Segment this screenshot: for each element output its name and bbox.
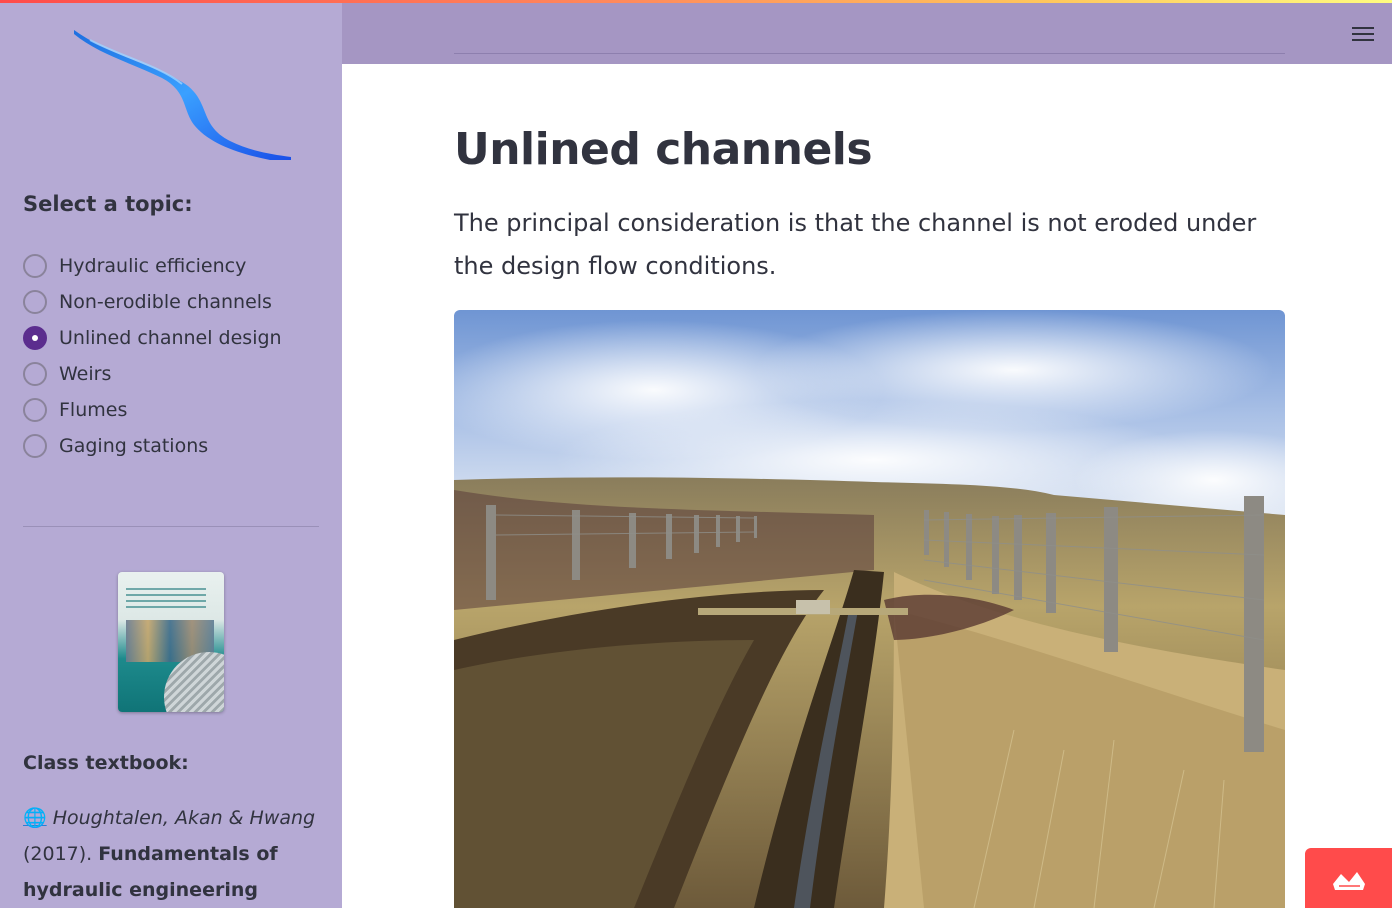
citation-year: (2017).	[23, 843, 93, 865]
streamlit-crown-icon[interactable]	[1305, 848, 1392, 908]
unlined-channel-photo	[454, 310, 1285, 908]
topic-option-gaging-stations[interactable]: Gaging stations	[23, 428, 282, 464]
radio-button[interactable]	[23, 398, 47, 422]
radio-button[interactable]	[23, 290, 47, 314]
cover-title	[126, 588, 206, 610]
river-logo-icon	[74, 30, 291, 160]
topic-option-label: Flumes	[59, 399, 128, 421]
topic-option-unlined-channel-design[interactable]: Unlined channel design	[23, 320, 282, 356]
textbook-citation: 🌐 Houghtalen, Akan & Hwang (2017). Funda…	[23, 800, 323, 908]
topic-option-label: Gaging stations	[59, 435, 209, 457]
sidebar: Select a topic: Hydraulic efficiency Non…	[0, 0, 342, 908]
top-decoration-stripe	[0, 0, 1392, 3]
topic-option-label: Non-erodible channels	[59, 291, 272, 313]
hamburger-menu-icon[interactable]	[1352, 27, 1374, 43]
radio-button[interactable]	[23, 362, 47, 386]
topic-option-flumes[interactable]: Flumes	[23, 392, 282, 428]
topic-option-non-erodible-channels[interactable]: Non-erodible channels	[23, 284, 282, 320]
topic-option-label: Weirs	[59, 363, 112, 385]
radio-button-selected[interactable]	[23, 326, 47, 350]
topic-radio-group: Hydraulic efficiency Non-erodible channe…	[23, 248, 282, 464]
topic-option-label: Unlined channel design	[59, 327, 282, 349]
textbook-cover-image	[118, 572, 224, 712]
textbook-label: Class textbook:	[23, 752, 189, 774]
page-title: Unlined channels	[454, 124, 873, 175]
topic-heading: Select a topic:	[23, 192, 193, 216]
header-divider	[454, 53, 1285, 54]
radio-button[interactable]	[23, 434, 47, 458]
topic-option-weirs[interactable]: Weirs	[23, 356, 282, 392]
app-header	[342, 3, 1392, 64]
citation-authors: Houghtalen, Akan & Hwang	[52, 807, 316, 829]
sidebar-divider	[23, 526, 319, 527]
radio-button[interactable]	[23, 254, 47, 278]
topic-option-label: Hydraulic efficiency	[59, 255, 247, 277]
globe-link-icon[interactable]: 🌐	[23, 807, 47, 829]
topic-option-hydraulic-efficiency[interactable]: Hydraulic efficiency	[23, 248, 282, 284]
page-description: The principal consideration is that the …	[454, 209, 1257, 280]
